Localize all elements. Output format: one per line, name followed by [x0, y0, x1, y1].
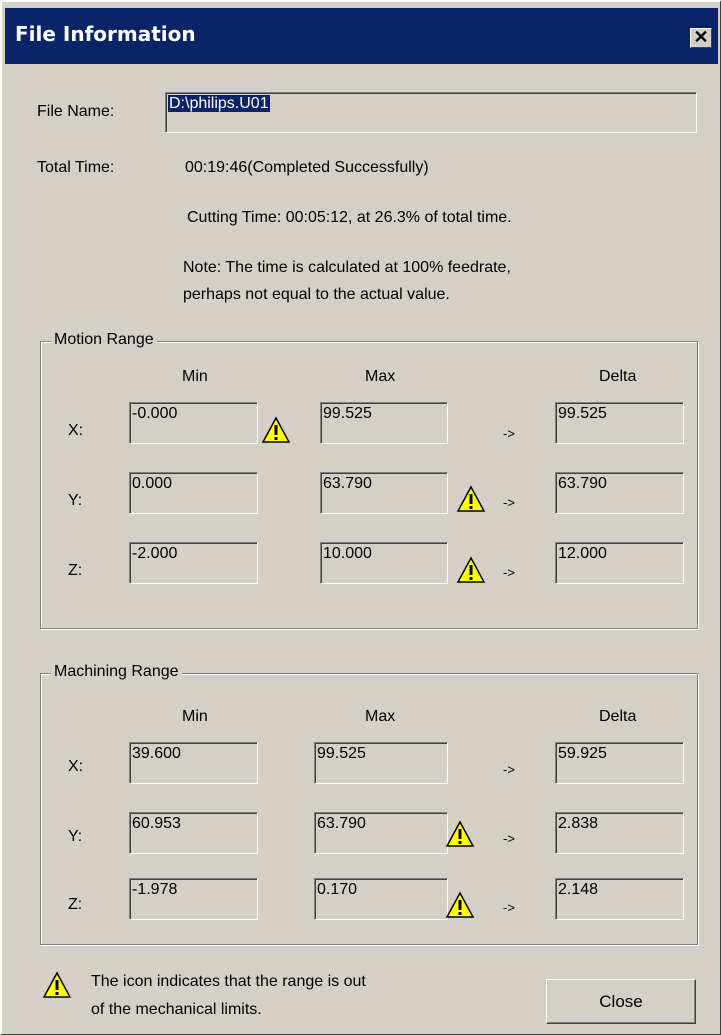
file-information-dialog: File Information ✕ File Name: D:\philips…: [0, 0, 721, 1035]
motion-y-max-field[interactable]: 63.790: [320, 472, 448, 514]
motion-z-min-field[interactable]: -2.000: [129, 542, 258, 584]
motion-z-delta-field[interactable]: 12.000: [555, 542, 684, 584]
machining-x-arrow: ->: [503, 762, 515, 777]
warning-icon: [456, 556, 486, 583]
motion-range-title: Motion Range: [51, 331, 157, 349]
motion-x-delta-field[interactable]: 99.525: [555, 402, 684, 444]
machining-z-axis-label: Z:: [68, 896, 83, 913]
title-bar[interactable]: File Information ✕: [5, 8, 718, 64]
motion-x-arrow: ->: [503, 426, 515, 441]
legend-line-2: of the mechanical limits.: [91, 1001, 262, 1018]
dialog-title: File Information: [15, 22, 196, 46]
machining-z-arrow: ->: [503, 900, 515, 915]
legend-line-1: The icon indicates that the range is out: [91, 973, 366, 990]
motion-y-delta-field[interactable]: 63.790: [555, 472, 684, 514]
machining-y-max-field[interactable]: 63.790: [314, 812, 448, 854]
note-line-2: perhaps not equal to the actual value.: [183, 286, 450, 303]
file-name-label: File Name:: [37, 103, 115, 120]
machining-x-min-field[interactable]: 39.600: [129, 742, 258, 784]
close-button[interactable]: Close: [546, 979, 696, 1024]
machining-x-delta-field[interactable]: 59.925: [555, 742, 684, 784]
warning-icon: [456, 485, 486, 512]
machining-z-delta-field[interactable]: 2.148: [555, 878, 684, 920]
cutting-time-text: Cutting Time: 00:05:12, at 26.3% of tota…: [187, 209, 512, 226]
motion-x-axis-label: X:: [68, 422, 84, 439]
motion-z-arrow: ->: [503, 565, 515, 580]
machining-y-axis-label: Y:: [68, 828, 83, 845]
note-line-1: Note: The time is calculated at 100% fee…: [183, 259, 511, 276]
machining-z-max-field[interactable]: 0.170: [314, 878, 448, 920]
file-name-field[interactable]: D:\philips.U01: [165, 92, 697, 133]
total-time-label: Total Time:: [37, 159, 115, 176]
machining-range-title: Machining Range: [51, 663, 182, 681]
file-name-value: D:\philips.U01: [168, 95, 270, 112]
warning-icon: [445, 891, 475, 918]
warning-icon: [261, 416, 291, 443]
motion-x-max-field[interactable]: 99.525: [320, 402, 448, 444]
machining-header-delta: Delta: [599, 708, 637, 725]
motion-y-arrow: ->: [503, 495, 515, 510]
motion-header-min: Min: [182, 368, 208, 385]
motion-z-axis-label: Z:: [68, 562, 83, 579]
warning-icon: [42, 971, 72, 998]
motion-header-max: Max: [365, 368, 396, 385]
machining-z-min-field[interactable]: -1.978: [129, 878, 258, 920]
motion-header-delta: Delta: [599, 368, 637, 385]
close-icon[interactable]: ✕: [690, 28, 712, 48]
machining-y-min-field[interactable]: 60.953: [129, 812, 258, 854]
machining-y-delta-field[interactable]: 2.838: [555, 812, 684, 854]
motion-y-axis-label: Y:: [68, 492, 83, 509]
motion-z-max-field[interactable]: 10.000: [320, 542, 448, 584]
warning-icon: [445, 820, 475, 847]
motion-x-min-field[interactable]: -0.000: [129, 402, 258, 444]
machining-header-max: Max: [365, 708, 396, 725]
machining-x-axis-label: X:: [68, 758, 84, 775]
total-time-value: 00:19:46(Completed Successfully): [185, 159, 429, 176]
motion-y-min-field[interactable]: 0.000: [129, 472, 258, 514]
machining-y-arrow: ->: [503, 831, 515, 846]
machining-header-min: Min: [182, 708, 208, 725]
machining-x-max-field[interactable]: 99.525: [314, 742, 448, 784]
